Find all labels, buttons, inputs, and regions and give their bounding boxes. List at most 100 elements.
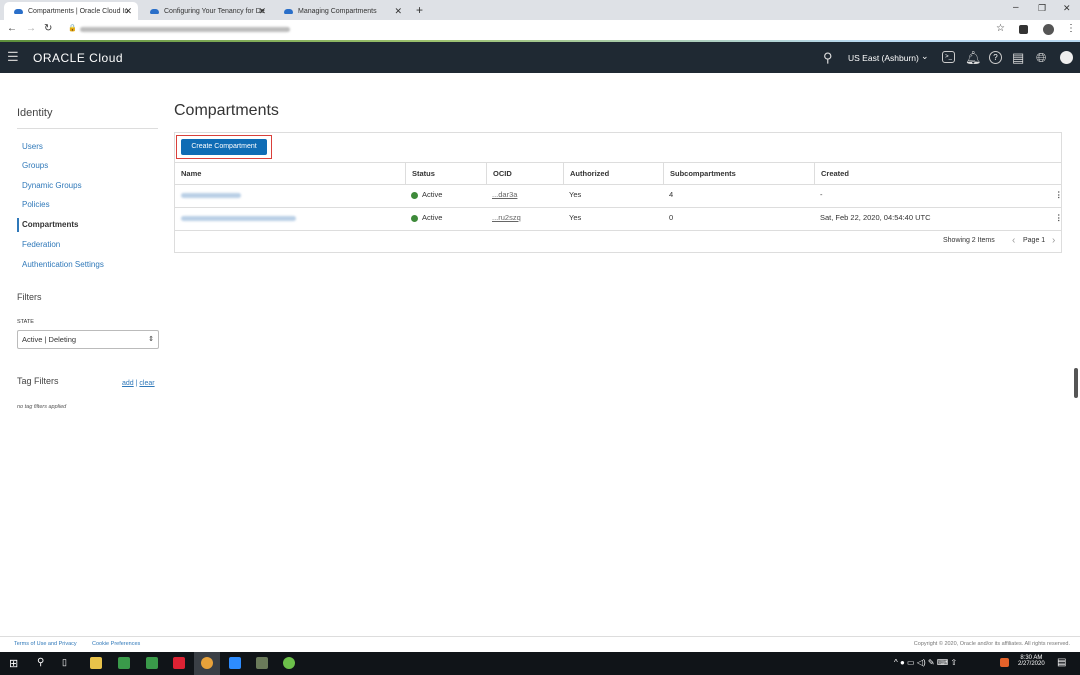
task-view-icon[interactable]: ▯ bbox=[62, 657, 67, 668]
status-badge: Active bbox=[422, 190, 443, 199]
close-tab-icon[interactable]: ✕ bbox=[394, 6, 402, 17]
state-select-value: Active | Deleting bbox=[22, 335, 77, 344]
page-title: Compartments bbox=[174, 102, 279, 119]
minimize-icon[interactable]: – bbox=[1013, 2, 1019, 13]
terms-link[interactable]: Terms of Use and Privacy bbox=[14, 641, 77, 647]
windows-taskbar: ⊞ ⚲ ▯ ^ ● ▭ ◁) ✎ ⌨ ⇧ 8:30 AM 2/27/2020 ▤ bbox=[0, 652, 1080, 675]
lock-icon: 🔒 bbox=[68, 25, 77, 32]
compartment-name-link[interactable] bbox=[181, 192, 241, 198]
copyright-text: Copyright © 2020, Oracle and/or its affi… bbox=[913, 641, 1070, 647]
wechat-icon[interactable] bbox=[283, 657, 295, 669]
hamburger-menu-icon[interactable]: ☰ bbox=[7, 49, 19, 65]
tab-label: Configuring Your Tenancy for De bbox=[164, 7, 265, 15]
row-actions-icon[interactable]: ⋮ bbox=[1049, 184, 1063, 206]
sidebar-item-dynamic-groups[interactable]: Dynamic Groups bbox=[17, 179, 157, 193]
separator: | bbox=[135, 380, 138, 387]
table-row: Active ...ru2szq Yes 0 Sat, Feb 22, 2020… bbox=[175, 207, 1063, 230]
browser-tab[interactable]: Managing Compartments ✕ bbox=[274, 2, 408, 20]
region-selector[interactable]: US East (Ashburn) bbox=[848, 53, 919, 63]
notifications-icon[interactable]: ▤ bbox=[1057, 657, 1066, 668]
status-active-icon bbox=[411, 191, 418, 199]
app-icon[interactable] bbox=[118, 657, 130, 669]
extension-icon[interactable] bbox=[1019, 25, 1028, 34]
column-header-created[interactable]: Created bbox=[814, 163, 849, 185]
cloud-shell-icon[interactable]: >_ bbox=[942, 51, 955, 63]
app-icon[interactable] bbox=[256, 657, 268, 669]
help-icon[interactable]: ? bbox=[989, 51, 1002, 64]
sidebar-item-authentication-settings[interactable]: Authentication Settings bbox=[17, 258, 157, 272]
compartment-name-link[interactable] bbox=[181, 215, 296, 221]
tab-label: Managing Compartments bbox=[298, 7, 377, 15]
globe-icon[interactable]: 🌐︎ bbox=[1036, 50, 1046, 66]
column-header-name[interactable]: Name bbox=[175, 163, 201, 185]
chrome-icon[interactable] bbox=[201, 657, 213, 669]
browser-tab-bar: Compartments | Oracle Cloud In ✕ Configur… bbox=[0, 0, 1080, 20]
address-bar: ← → ↻ 🔒 ☆ ⋮ bbox=[0, 20, 1080, 40]
search-icon[interactable]: ⚲ bbox=[823, 50, 833, 66]
browser-tab[interactable]: Compartments | Oracle Cloud In ✕ bbox=[4, 2, 138, 20]
zoom-icon[interactable] bbox=[229, 657, 241, 669]
close-tab-icon[interactable]: ✕ bbox=[124, 6, 132, 17]
browser-tab[interactable]: Configuring Your Tenancy for De ✕ bbox=[140, 2, 272, 20]
menu-icon[interactable]: ⋮ bbox=[1066, 23, 1076, 34]
column-header-subcompartments[interactable]: Subcompartments bbox=[663, 163, 736, 185]
column-header-ocid[interactable]: OCID bbox=[486, 163, 512, 185]
sidebar-item-compartments[interactable]: Compartments bbox=[17, 218, 157, 232]
ocid-link[interactable]: ...ru2szq bbox=[486, 207, 521, 229]
sidebar-item-federation[interactable]: Federation bbox=[17, 238, 157, 252]
created-value: - bbox=[820, 190, 823, 199]
subcompartments-value: 4 bbox=[669, 190, 674, 199]
chat-icon[interactable]: ▤ bbox=[1012, 50, 1024, 66]
sidebar-item-policies[interactable]: Policies bbox=[17, 198, 157, 212]
state-label: STATE bbox=[17, 319, 34, 325]
authorized-value: Yes bbox=[569, 213, 582, 222]
app-tray-icon[interactable] bbox=[1000, 658, 1009, 667]
sidebar-item-groups[interactable]: Groups bbox=[17, 159, 157, 173]
tag-clear-link[interactable]: clear bbox=[139, 380, 154, 387]
console-header: ☰ ORACLE Cloud ⚲ US East (Ashburn) ⌄ >_ … bbox=[0, 42, 1080, 73]
table-row: Active ...dar3a Yes 4 - ⋮ bbox=[175, 184, 1063, 207]
cookie-preferences-link[interactable]: Cookie Preferences bbox=[92, 641, 140, 647]
scrollbar-thumb[interactable] bbox=[1074, 368, 1078, 398]
filters-title: Filters bbox=[17, 292, 42, 302]
tag-filters-title: Tag Filters bbox=[17, 376, 59, 386]
file-explorer-icon[interactable] bbox=[90, 657, 102, 669]
app-icon[interactable] bbox=[146, 657, 158, 669]
column-header-authorized[interactable]: Authorized bbox=[563, 163, 609, 185]
cloud-icon bbox=[14, 8, 23, 14]
state-select[interactable]: Active | Deleting ⇕ bbox=[17, 330, 159, 349]
app-icon[interactable] bbox=[173, 657, 185, 669]
tag-add-link[interactable]: add bbox=[122, 380, 134, 387]
column-header-status[interactable]: Status bbox=[405, 163, 435, 185]
ocid-link[interactable]: ...dar3a bbox=[486, 184, 517, 206]
chevron-down-icon[interactable]: ⌄ bbox=[921, 51, 929, 62]
bell-icon[interactable]: 🔔︎ bbox=[965, 50, 982, 66]
close-window-icon[interactable]: ✕ bbox=[1063, 3, 1071, 14]
create-compartment-button[interactable]: Create Compartment bbox=[181, 139, 267, 155]
sidebar-item-users[interactable]: Users bbox=[17, 140, 157, 154]
bookmark-star-icon[interactable]: ☆ bbox=[996, 23, 1005, 34]
row-actions-icon[interactable]: ⋮ bbox=[1049, 207, 1063, 229]
profile-icon[interactable] bbox=[1043, 24, 1054, 35]
reload-icon[interactable]: ↻ bbox=[44, 23, 52, 34]
restore-icon[interactable]: ❐ bbox=[1038, 3, 1046, 14]
forward-icon[interactable]: → bbox=[26, 23, 36, 34]
clock[interactable]: 8:30 AM 2/27/2020 bbox=[1018, 655, 1045, 667]
next-page-icon[interactable]: › bbox=[1052, 235, 1055, 246]
authorized-value: Yes bbox=[569, 190, 582, 199]
url-input[interactable] bbox=[80, 27, 290, 32]
oracle-cloud-logo[interactable]: ORACLE Cloud bbox=[33, 51, 123, 65]
back-icon[interactable]: ← bbox=[7, 23, 17, 34]
no-tag-filters-text: no tag filters applied bbox=[17, 404, 67, 410]
new-tab-button[interactable]: + bbox=[416, 3, 423, 17]
page-indicator: Page 1 bbox=[1023, 237, 1046, 244]
prev-page-icon[interactable]: ‹ bbox=[1012, 235, 1015, 246]
close-tab-icon[interactable]: ✕ bbox=[258, 6, 266, 17]
user-icon[interactable] bbox=[1060, 51, 1073, 64]
tab-label: Compartments | Oracle Cloud In bbox=[28, 7, 129, 15]
windows-start-icon[interactable]: ⊞ bbox=[9, 657, 18, 670]
select-arrows-icon: ⇕ bbox=[148, 336, 154, 343]
system-tray-icons[interactable]: ^ ● ▭ ◁) ✎ ⌨ ⇧ bbox=[894, 658, 957, 667]
search-icon[interactable]: ⚲ bbox=[37, 657, 44, 668]
showing-count: Showing 2 Items bbox=[943, 237, 995, 244]
